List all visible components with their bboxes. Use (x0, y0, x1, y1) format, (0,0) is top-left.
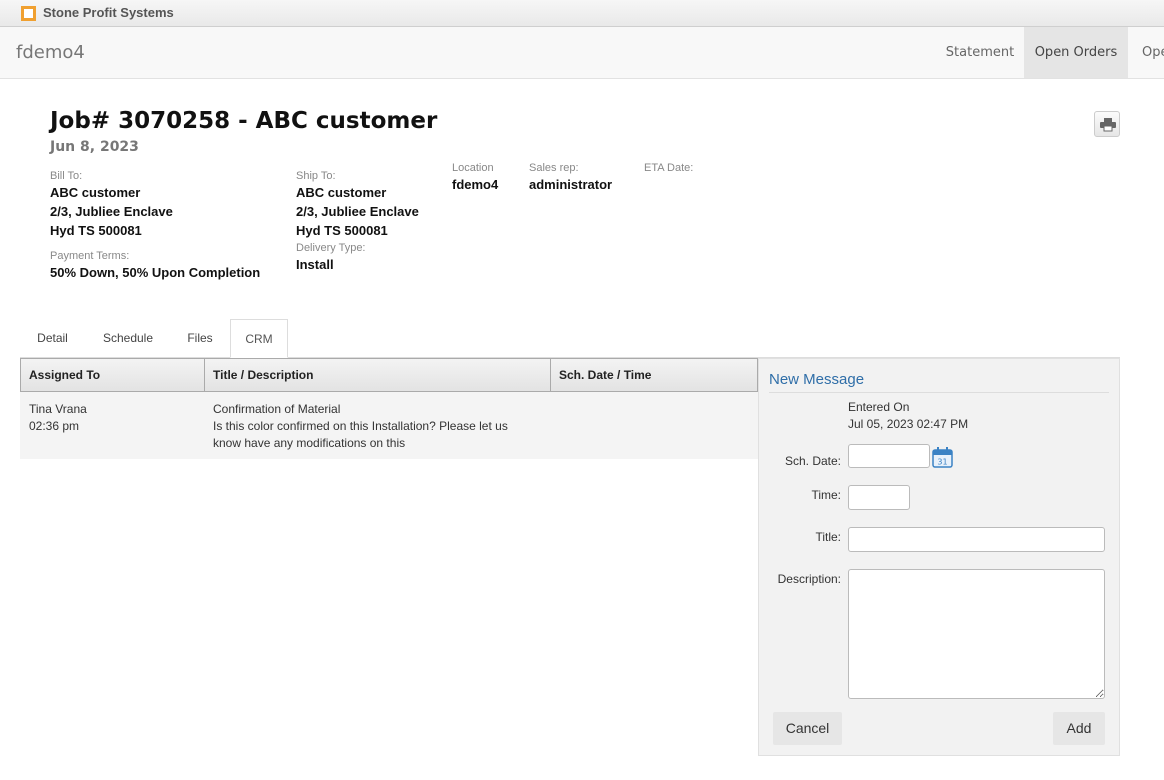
bill-to-line-1: ABC customer (50, 185, 141, 200)
printer-icon (1100, 118, 1116, 132)
calendar-day: 31 (937, 458, 947, 467)
row-time: 02:36 pm (29, 419, 80, 433)
description-label: Description: (777, 572, 841, 586)
sch-date-input[interactable] (848, 444, 930, 468)
sales-rep-label: Sales rep: (529, 162, 579, 174)
payment-terms-label: Payment Terms: (50, 250, 130, 262)
add-button[interactable]: Add (1053, 712, 1105, 745)
row-description-line-2: know have any modifications on this (213, 436, 406, 450)
payment-terms-value: 50% Down, 50% Upon Completion (50, 265, 261, 280)
ship-to-line-3: Hyd TS 500081 (296, 223, 388, 238)
row-title: Confirmation of Material (213, 402, 341, 416)
nav-item-open-orders[interactable]: Open Orders (1024, 27, 1128, 78)
new-message-panel: New Message Entered On Jul 05, 2023 02:4… (758, 358, 1120, 756)
column-assigned-to[interactable]: Assigned To (21, 359, 205, 391)
row-description-line-1: Is this color confirmed on this Installa… (213, 419, 508, 433)
sch-date-label: Sch. Date: (784, 454, 841, 468)
new-message-title: New Message (769, 371, 865, 388)
nav-item-statement[interactable]: Statement (936, 27, 1024, 78)
nav-item-truncated[interactable]: Ope (1128, 27, 1164, 78)
top-nav: fdemo4 Statement Open Orders Ope (0, 27, 1164, 79)
time-input[interactable] (848, 485, 910, 510)
site-name[interactable]: fdemo4 (16, 42, 85, 63)
panel-divider (769, 392, 1109, 393)
cancel-button[interactable]: Cancel (773, 712, 842, 745)
bill-to-line-2: 2/3, Jubliee Enclave (50, 204, 173, 219)
delivery-type-label: Delivery Type: (296, 242, 366, 254)
tab-detail[interactable]: Detail (20, 319, 85, 358)
column-sch-date-time[interactable]: Sch. Date / Time (551, 359, 757, 391)
description-textarea[interactable] (848, 569, 1105, 699)
eta-date-label: ETA Date: (644, 162, 694, 174)
tab-schedule[interactable]: Schedule (92, 319, 164, 358)
table-row[interactable]: Tina Vrana 02:36 pm Confirmation of Mate… (20, 392, 758, 459)
location-label: Location (452, 162, 494, 174)
print-button[interactable] (1094, 111, 1120, 137)
job-title: Job# 3070258 - ABC customer (50, 108, 438, 134)
ship-to-label: Ship To: (296, 170, 336, 182)
sales-rep-value: administrator (529, 177, 613, 192)
tab-crm[interactable]: CRM (230, 319, 288, 358)
brand-logo-icon (21, 6, 36, 21)
location-value: fdemo4 (452, 177, 499, 192)
entered-on-label: Entered On (848, 400, 910, 414)
tab-files[interactable]: Files (175, 319, 225, 358)
table-header: Assigned To Title / Description Sch. Dat… (20, 358, 758, 392)
bill-to-line-3: Hyd TS 500081 (50, 223, 142, 238)
bill-to-label: Bill To: (50, 170, 83, 182)
brand-bar: Stone Profit Systems (0, 0, 1164, 27)
job-date: Jun 8, 2023 (50, 139, 139, 155)
calendar-icon[interactable]: 31 (932, 447, 953, 468)
time-label: Time: (811, 488, 841, 502)
column-title-description[interactable]: Title / Description (205, 359, 551, 391)
ship-to-line-2: 2/3, Jubliee Enclave (296, 204, 419, 219)
title-input[interactable] (848, 527, 1105, 552)
title-label: Title: (815, 530, 841, 544)
delivery-type-value: Install (296, 257, 334, 272)
ship-to-line-1: ABC customer (296, 185, 387, 200)
entered-on-value: Jul 05, 2023 02:47 PM (848, 417, 969, 431)
brand-name: Stone Profit Systems (43, 5, 174, 20)
row-assigned-to: Tina Vrana (29, 402, 87, 416)
